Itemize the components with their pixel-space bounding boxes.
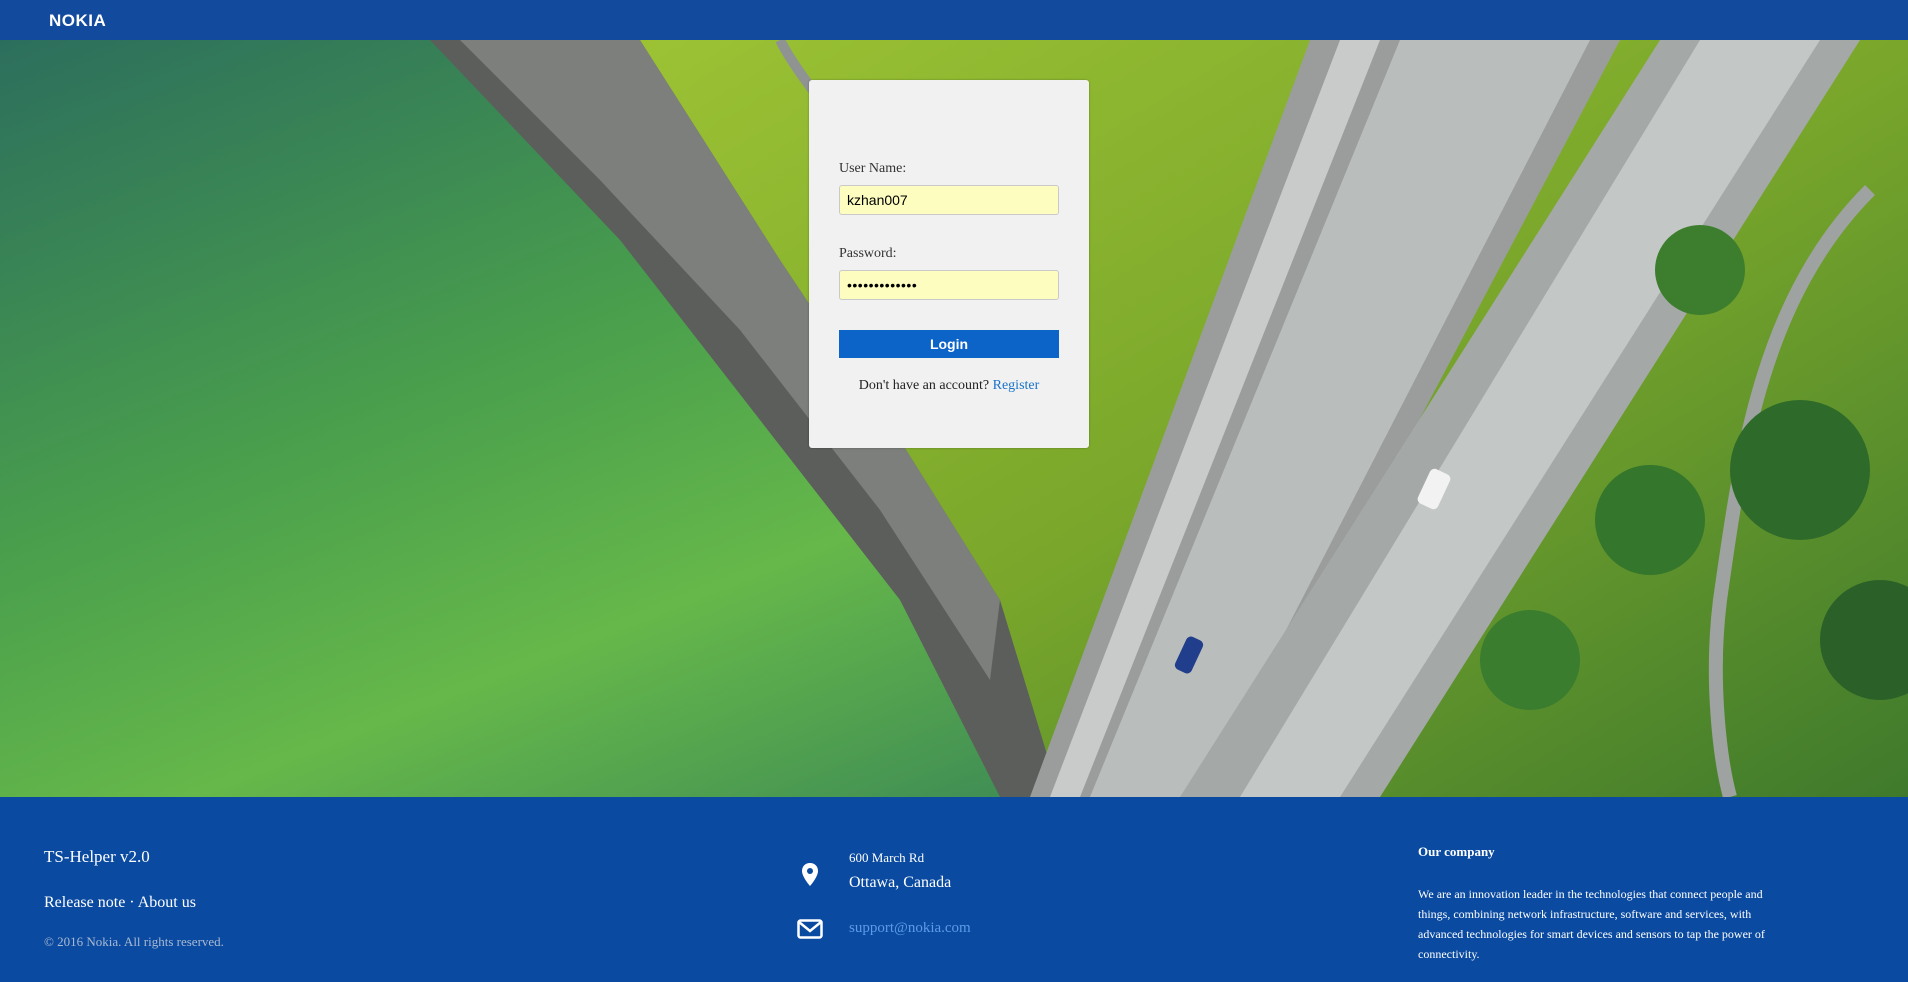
map-pin-icon xyxy=(802,863,818,886)
password-label: Password: xyxy=(839,246,897,261)
register-link[interactable]: Register xyxy=(993,378,1040,393)
company-heading: Our company xyxy=(1418,844,1495,859)
footer-links: Release note · About us xyxy=(44,894,196,912)
login-button[interactable]: Login xyxy=(839,330,1059,358)
svg-text:NOKIA: NOKIA xyxy=(49,11,106,30)
address-line-2: Ottawa, Canada xyxy=(849,874,952,891)
signup-text: Don't have an account? xyxy=(858,378,990,393)
login-card: User Name: kzhan007 Password: ••••••••••… xyxy=(809,80,1089,448)
copyright-text: © 2016 Nokia. All rights reserved. xyxy=(44,934,224,949)
top-bar: NOKIA xyxy=(0,0,1908,40)
username-input[interactable]: kzhan007 xyxy=(839,185,1059,215)
signup-prompt: Don't have an account? Register xyxy=(809,378,1089,394)
envelope-icon xyxy=(797,919,823,939)
app-title: TS-Helper v2.0 xyxy=(44,847,150,866)
address-line-1: 600 March Rd xyxy=(849,850,925,865)
nokia-logo[interactable]: NOKIA xyxy=(49,10,139,30)
company-description: We are an innovation leader in the techn… xyxy=(1418,887,1765,961)
link-separator: · xyxy=(129,894,135,911)
about-us-link[interactable]: About us xyxy=(138,894,196,911)
footer: TS-Helper v2.0 Release note · About us ©… xyxy=(0,797,1908,982)
release-note-link[interactable]: Release note xyxy=(44,894,125,911)
password-input[interactable]: ••••••••••••• xyxy=(839,270,1059,300)
support-email-link[interactable]: support@nokia.com xyxy=(849,920,971,937)
username-label: User Name: xyxy=(839,161,907,176)
